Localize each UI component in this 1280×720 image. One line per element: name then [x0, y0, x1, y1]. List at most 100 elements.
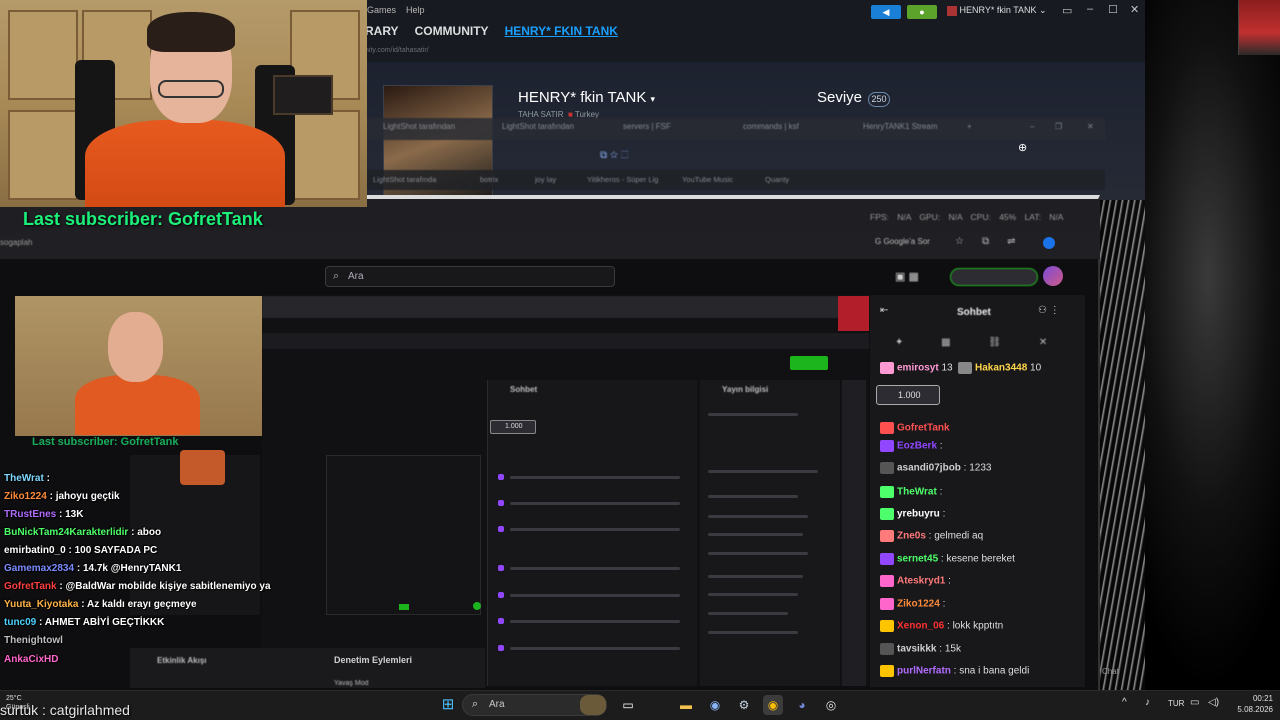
- steam-nav: RARY COMMUNITY HENRY* FKIN TANK: [365, 24, 618, 38]
- dashboard-header-icons[interactable]: ▣ ▦: [895, 270, 919, 283]
- chat-message[interactable]: Ziko1224 :: [880, 598, 945, 610]
- tab-5[interactable]: HenryTANK1 Stream: [863, 122, 938, 131]
- chat-username[interactable]: Hakan3448: [975, 363, 1027, 374]
- chat-message[interactable]: Zne0s : gelmedi aq: [880, 530, 983, 542]
- preview-info-title: Yayın bilgisi: [722, 385, 769, 394]
- chrome-icon[interactable]: ◉: [763, 695, 783, 715]
- streamer-shirt: [85, 120, 285, 207]
- language-indicator[interactable]: TUR: [1168, 699, 1184, 708]
- chat-username[interactable]: purlNerfatn: [897, 666, 951, 677]
- tab-1[interactable]: LightShot tarafından: [383, 122, 455, 131]
- chat-username[interactable]: Ateskryd1: [897, 576, 945, 587]
- chat-username[interactable]: tavsikkk: [897, 644, 936, 655]
- broadcast-button[interactable]: ◀: [871, 5, 901, 19]
- overlay-chat-user: AnkaCixHD: [4, 654, 59, 665]
- search-input[interactable]: [325, 266, 615, 287]
- nav-profile[interactable]: HENRY* FKIN TANK: [505, 24, 618, 38]
- overlay-chat-line: Thenightowl: [4, 635, 63, 646]
- monitor-icon[interactable]: ▭: [1062, 4, 1072, 17]
- bookmark-6[interactable]: Quanty: [765, 175, 789, 184]
- discord-icon[interactable]: ◕: [792, 695, 812, 715]
- notification-button[interactable]: ●: [907, 5, 937, 19]
- profile-name[interactable]: HENRY* fkin TANK ▾: [518, 89, 655, 106]
- bookmark-1[interactable]: LightShot tarafında: [373, 175, 436, 184]
- chat-username[interactable]: GofretTank: [897, 423, 950, 434]
- preview-info-line: [708, 612, 788, 615]
- steam-user-menu[interactable]: HENRY* fkin TANK ⌄: [947, 5, 1047, 16]
- chat-message[interactable]: emirosyt 13: [880, 362, 953, 374]
- bookmark-3[interactable]: joy lay: [535, 175, 556, 184]
- streamer-badge[interactable]: [950, 268, 1038, 286]
- chat-username[interactable]: TheWrat: [897, 487, 937, 498]
- browser-action-icons[interactable]: ☆⧉⇌: [955, 236, 1033, 247]
- chat-message[interactable]: TheWrat :: [880, 486, 942, 498]
- close-icon[interactable]: ✕: [1087, 122, 1094, 131]
- menu-help[interactable]: Help: [406, 5, 425, 19]
- preview-bookmarks: [262, 333, 869, 349]
- tab-3[interactable]: servers | FSF: [623, 122, 671, 131]
- app-icon[interactable]: ◉: [705, 695, 725, 715]
- chat-username[interactable]: sernet45: [897, 554, 938, 565]
- overlay-chat-line: Ziko1224 : jahoyu geçtik: [4, 491, 120, 502]
- tray-chevron-icon[interactable]: ^: [1122, 697, 1127, 708]
- chat-message[interactable]: yrebuyru :: [880, 508, 945, 520]
- chat-toolbar-icons[interactable]: ✦ ▦ ⛓ ✕: [895, 337, 1047, 348]
- obs-icon[interactable]: ◎: [821, 695, 841, 715]
- tab-4[interactable]: commands | ksf: [743, 122, 799, 131]
- chat-username[interactable]: Ziko1224: [897, 599, 940, 610]
- user-avatar-icon[interactable]: [1043, 266, 1063, 286]
- preview-sub-icon: [498, 474, 504, 480]
- preview-info-line: [708, 533, 803, 536]
- chat-message[interactable]: sernet45 : kesene bereket: [880, 553, 1015, 565]
- chat-message[interactable]: Hakan3448 10: [958, 362, 1041, 374]
- cabinet-door: [8, 110, 78, 200]
- chat-viewer-count: 1.000: [898, 390, 921, 400]
- overlay-chat-user: tunc09: [4, 617, 37, 628]
- level-badge: 250: [868, 92, 890, 107]
- chat-username[interactable]: asandi07jbob: [897, 463, 961, 474]
- collapse-icon[interactable]: ⇤: [880, 305, 888, 316]
- extension-icon[interactable]: ⧉ ☆ ⬚: [600, 150, 629, 161]
- chat-username[interactable]: yrebuyru: [897, 509, 940, 520]
- taskbar-clock[interactable]: 00:21 5.08.2026: [1225, 693, 1273, 715]
- new-tab-icon[interactable]: +: [967, 122, 972, 131]
- chat-message[interactable]: purlNerfatn : sna i bana geldi: [880, 665, 1029, 677]
- close-button[interactable]: ✕: [1130, 3, 1139, 16]
- tab-2[interactable]: LightShot tarafından: [502, 122, 574, 131]
- chat-message[interactable]: GofretTank: [880, 422, 950, 434]
- bookmark-5[interactable]: YouTube Music: [682, 175, 733, 184]
- windows-start-icon[interactable]: ⊞: [438, 695, 458, 715]
- steam-menu-bar: Games Help: [365, 5, 425, 19]
- chat-username[interactable]: emirosyt: [897, 363, 939, 374]
- maximize-button[interactable]: ☐: [1108, 3, 1118, 16]
- task-view-icon[interactable]: ▭: [618, 695, 638, 715]
- chat-message[interactable]: EozBerk :: [880, 440, 943, 452]
- minimize-button[interactable]: –: [1087, 3, 1093, 15]
- file-explorer-icon[interactable]: ▬: [676, 695, 696, 715]
- chat-message[interactable]: asandi07jbob : 1233: [880, 462, 992, 474]
- volume-icon[interactable]: ◁): [1208, 697, 1219, 708]
- microphone-icon[interactable]: ♪: [1145, 697, 1150, 708]
- network-icon[interactable]: ▭: [1190, 697, 1199, 708]
- nav-community[interactable]: COMMUNITY: [415, 24, 489, 38]
- minimize-icon[interactable]: –: [1030, 122, 1034, 131]
- chat-message[interactable]: tavsikkk : 15k: [880, 643, 961, 655]
- search-icon: ⌕: [472, 698, 479, 710]
- users-icon[interactable]: ⚇ ⋮: [1038, 305, 1060, 316]
- nav-library[interactable]: RARY: [365, 24, 399, 38]
- restore-icon[interactable]: ❐: [1055, 122, 1062, 131]
- profile-icon[interactable]: [1043, 237, 1055, 249]
- address-text: sogaplah: [0, 238, 33, 247]
- menu-games[interactable]: Games: [367, 5, 396, 19]
- steam-icon[interactable]: ⚙: [734, 695, 754, 715]
- chat-username[interactable]: EozBerk: [897, 441, 937, 452]
- bookmark-4[interactable]: Yitikheros - Süper Lig: [587, 175, 658, 184]
- chat-username[interactable]: Zne0s: [897, 531, 926, 542]
- chat-username[interactable]: Xenon_06: [897, 621, 944, 632]
- mod-actions-title: Denetim Eylemleri: [334, 655, 413, 665]
- bookmark-2[interactable]: botrix: [480, 175, 498, 184]
- google-icon[interactable]: G Google'a Sor: [875, 237, 930, 246]
- preview-info-line: [708, 495, 798, 498]
- chat-message[interactable]: Ateskryd1 :: [880, 575, 951, 587]
- chat-message[interactable]: Xenon_06 : lokk kpptıtn: [880, 620, 1003, 632]
